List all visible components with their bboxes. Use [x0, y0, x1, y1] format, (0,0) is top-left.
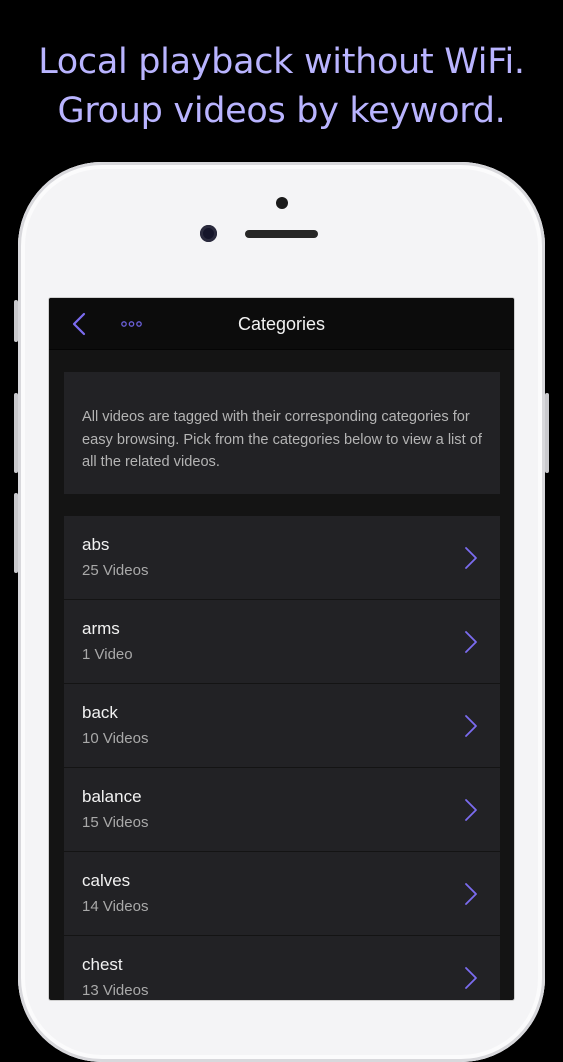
- promo-headline: Local playback without WiFi. Group video…: [0, 38, 563, 136]
- chevron-right-icon: [465, 715, 477, 737]
- intro-text: All videos are tagged with their corresp…: [82, 409, 482, 470]
- page-title: Categories: [237, 314, 326, 334]
- category-name: arms: [82, 619, 120, 638]
- category-name: balance: [82, 787, 142, 806]
- category-video-count: 13 Videos: [82, 982, 149, 999]
- chevron-right-icon: [465, 967, 477, 989]
- chevron-right-icon: [465, 883, 477, 905]
- category-row-balance[interactable]: balance 15 Videos: [64, 768, 500, 852]
- category-name: calves: [82, 871, 131, 890]
- category-name: back: [82, 703, 118, 722]
- navigation-bar: Categories: [49, 298, 514, 350]
- category-video-count: 10 Videos: [82, 730, 149, 747]
- category-row-abs[interactable]: abs 25 Videos: [64, 516, 500, 600]
- category-row-back[interactable]: back 10 Videos: [64, 684, 500, 768]
- proximity-sensor: [276, 197, 288, 209]
- category-row-calves[interactable]: calves 14 Videos: [64, 852, 500, 936]
- category-video-count: 25 Videos: [82, 562, 149, 579]
- chevron-right-icon: [465, 631, 477, 653]
- app-screen: Categories All videos are tagged with th…: [49, 298, 514, 1000]
- front-camera: [200, 225, 217, 242]
- category-video-count: 15 Videos: [82, 814, 149, 831]
- category-name: chest: [82, 955, 123, 974]
- chevron-right-icon: [465, 799, 477, 821]
- category-video-count: 1 Video: [82, 646, 133, 663]
- category-list: abs 25 Videos arms 1 Video back 10 Videos bala…: [64, 516, 500, 1000]
- category-video-count: 14 Videos: [82, 898, 149, 915]
- category-row-chest[interactable]: chest 13 Videos: [64, 936, 500, 1000]
- promo-line-2: Group videos by keyword.: [57, 91, 506, 131]
- category-row-arms[interactable]: arms 1 Video: [64, 600, 500, 684]
- promo-line-1: Local playback without WiFi.: [38, 42, 525, 82]
- chevron-right-icon: [465, 547, 477, 569]
- intro-card: All videos are tagged with their corresp…: [64, 372, 500, 494]
- earpiece-speaker: [245, 230, 318, 238]
- phone-power-button: [545, 393, 549, 473]
- category-name: abs: [82, 535, 110, 554]
